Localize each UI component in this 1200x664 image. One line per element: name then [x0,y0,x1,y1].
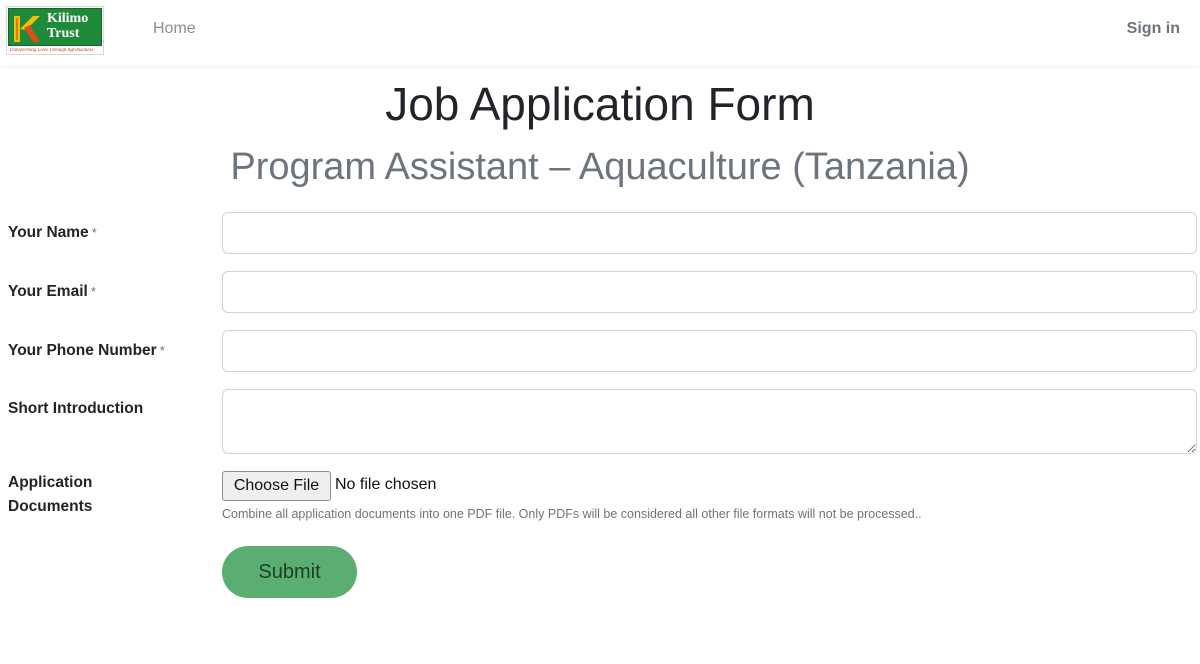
email-label: Your Email * [8,280,96,304]
required-marker: * [91,225,97,240]
logo-tagline: Transforming Lives Through Agribusiness [9,48,94,53]
sign-in-link[interactable]: Sign in [1127,20,1180,38]
name-label: Your Name * [8,221,97,245]
job-title-subtitle: Program Assistant – Aquaculture (Tanzani… [230,146,970,188]
logo-badge: Kilimo Trust [8,8,102,46]
file-status: No file chosen [335,476,437,493]
name-input[interactable] [222,212,1197,254]
logo-name: Kilimo Trust [47,11,89,41]
top-navbar: Kilimo Trust Transforming Lives Through … [0,0,1200,66]
choose-file-button[interactable]: Choose File [222,471,331,501]
nav-link-home[interactable]: Home [153,20,196,38]
phone-input[interactable] [222,330,1197,372]
file-help-text: Combine all application documents into o… [222,507,922,521]
required-marker: * [159,343,165,358]
required-marker: * [90,284,96,299]
name-label-text: Your Name [8,224,89,241]
documents-label-line1: Application [8,474,93,491]
kilimo-trust-logo[interactable]: Kilimo Trust Transforming Lives Through … [6,6,104,55]
phone-label-text: Your Phone Number [8,342,157,359]
logo-k-mark-icon [14,16,40,42]
phone-label: Your Phone Number * [8,339,165,363]
page-title: Job Application Form [385,78,815,130]
submit-button[interactable]: Submit [222,546,357,598]
intro-label: Short Introduction [8,400,144,417]
documents-label: Application Documents [8,471,92,519]
introduction-textarea[interactable] [222,389,1197,454]
email-input[interactable] [222,271,1197,313]
documents-label-line2: Documents [8,498,93,515]
email-label-text: Your Email [8,283,88,300]
